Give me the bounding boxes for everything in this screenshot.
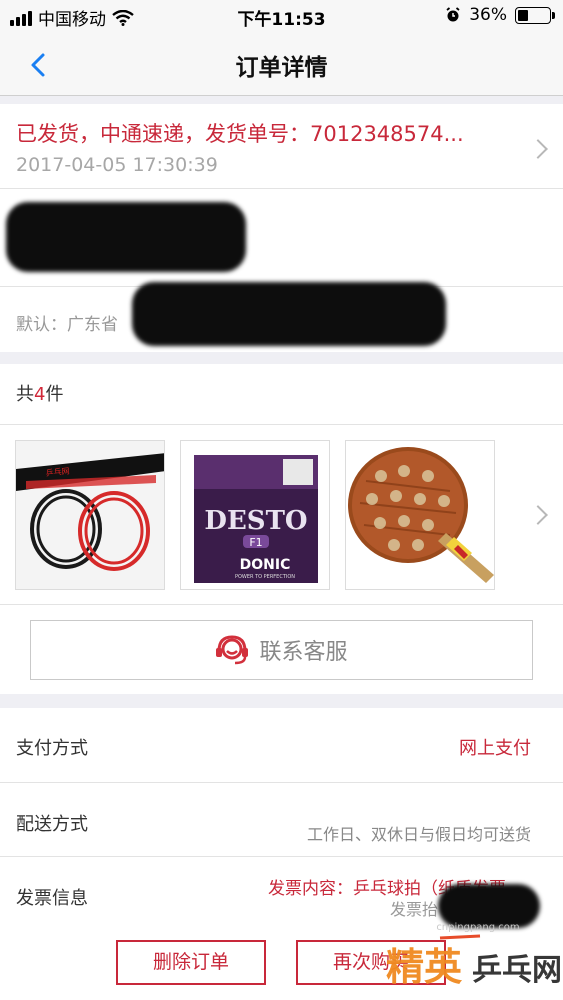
item-count: 共4件 xyxy=(16,380,63,406)
battery-percent: 36% xyxy=(469,5,507,25)
address-block: 默认：广东省 xyxy=(0,188,563,352)
watermark-brand-b: 乒乓网 xyxy=(472,953,562,988)
contact-service-label: 联系客服 xyxy=(259,640,348,665)
address-default-label: 默认：广东省 xyxy=(16,315,118,335)
item-count-suffix: 件 xyxy=(45,384,64,405)
shipping-time: 2017-04-05 17:30:39 xyxy=(16,154,218,176)
payment-value: 网上支付 xyxy=(459,738,531,759)
delivery-note: 工作日、双休日与假日均可送货 xyxy=(306,825,531,844)
headset-icon xyxy=(216,635,249,665)
watermark-logo: cnpingpang.com 精英 乒乓网 xyxy=(386,922,562,989)
contact-service-button[interactable]: 联系客服 xyxy=(30,620,533,680)
shipping-status-row[interactable]: 已发货，中通速递，发货单号：7012348574... 2017-04-05 1… xyxy=(0,104,563,188)
delete-order-button[interactable]: 删除订单 xyxy=(116,940,266,985)
invoice-label: 发票信息 xyxy=(16,888,88,909)
watermark-site: cnpingpang.com xyxy=(436,922,519,933)
redacted-address xyxy=(132,282,446,346)
rubber-icon: DESTO F1 DONIC POWER TO PERFECTION xyxy=(181,441,329,589)
divider xyxy=(0,782,563,783)
rubber-brand: DONIC xyxy=(240,557,291,573)
battery-icon xyxy=(515,6,555,24)
alarm-icon xyxy=(446,7,460,22)
divider xyxy=(0,188,563,189)
chevron-right-icon xyxy=(528,139,548,159)
rubber-sub-name: F1 xyxy=(249,536,262,549)
divider xyxy=(0,424,563,425)
edge-tape-icon: 乒乓网 xyxy=(16,441,164,589)
product-thumbnail[interactable]: DESTO F1 DONIC POWER TO PERFECTION xyxy=(180,440,330,590)
divider xyxy=(0,604,563,605)
product-thumbnail[interactable] xyxy=(345,440,495,590)
item-count-prefix: 共 xyxy=(16,384,34,405)
rubber-slogan: POWER TO PERFECTION xyxy=(235,574,295,580)
battery-fill xyxy=(518,9,528,21)
divider xyxy=(0,856,563,857)
chevron-right-icon[interactable] xyxy=(528,505,548,525)
status-right: 36% xyxy=(445,5,555,25)
shipping-status-text: 已发货，中通速递，发货单号：7012348574... xyxy=(16,122,464,146)
nav-bar: 订单详情 xyxy=(0,32,563,96)
page-title: 订单详情 xyxy=(235,55,328,81)
rubber-product-name: DESTO xyxy=(204,506,307,536)
payment-label: 支付方式 xyxy=(16,738,88,759)
watermark-brand-a: 精英 xyxy=(386,945,463,989)
product-thumbnail[interactable]: 乒乓网 xyxy=(15,440,165,590)
blade-icon xyxy=(346,441,494,589)
redacted-recipient xyxy=(6,202,246,272)
item-count-number: 4 xyxy=(34,384,46,405)
items-block: 共4件 乒乓网 DESTO F1 DONIC POWER TO PERFECTI… xyxy=(0,364,563,694)
status-bar: 中国移动 下午11:53 36% xyxy=(0,0,563,32)
delivery-label: 配送方式 xyxy=(16,814,88,835)
